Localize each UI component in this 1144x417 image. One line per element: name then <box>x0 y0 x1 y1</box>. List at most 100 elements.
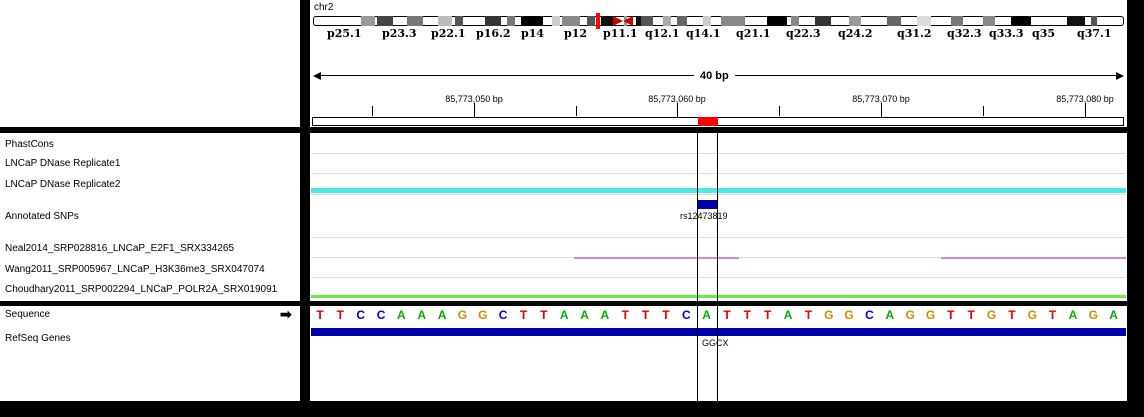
scrollbar-area[interactable] <box>1130 0 1144 417</box>
cytoband-label: p12 <box>564 27 587 40</box>
cytoband-label: q33.3 <box>989 27 1024 40</box>
cytoband <box>438 16 452 26</box>
cytoband-label: q24.2 <box>838 27 873 40</box>
sequence-base: T <box>641 308 650 322</box>
sequence-base: G <box>1027 308 1037 322</box>
sequence-base: A <box>600 308 610 322</box>
cytoband <box>641 16 653 26</box>
sequence-base: T <box>764 308 772 322</box>
sequence-base: A <box>702 308 711 322</box>
sequence-base: T <box>947 308 955 322</box>
cytoband-label: q32.3 <box>947 27 982 40</box>
sequence-base: T <box>804 308 813 322</box>
sequence-base: G <box>844 308 854 322</box>
cytoband <box>721 16 745 26</box>
sequence-base: C <box>356 308 366 322</box>
ruler-arrow-left <box>313 72 321 80</box>
sequence-base: G <box>824 308 834 322</box>
cytoband-label: p14 <box>521 27 544 40</box>
cytoband-label: q35 <box>1032 27 1055 40</box>
ruler-tick <box>677 103 678 117</box>
track-name-dnase-rep1[interactable]: LNCaP DNase Replicate1 <box>5 158 120 169</box>
ruler-span-label: 40 bp <box>694 70 735 82</box>
track-name-refseq-genes[interactable]: RefSeq Genes <box>5 333 71 344</box>
cytoband <box>887 16 901 26</box>
h3k36me3-signal[interactable] <box>574 257 739 259</box>
cytoband <box>1067 16 1085 26</box>
region-of-interest-bar[interactable] <box>312 117 1124 126</box>
polr2a-signal[interactable] <box>311 295 1126 298</box>
cytoband <box>1091 16 1097 26</box>
cytoband <box>767 16 787 26</box>
sequence-base: A <box>1109 308 1118 322</box>
ruler-tick <box>983 106 984 116</box>
cytoband <box>552 16 560 26</box>
cytoband <box>849 16 861 26</box>
track-name-polr2a[interactable]: Choudhary2011_SRP002294_LNCaP_POLR2A_SRX… <box>5 284 277 295</box>
sequence-base: T <box>519 308 528 322</box>
cytoband-label: p16.2 <box>476 27 511 40</box>
track-separator <box>311 237 1126 238</box>
track-name-h3k36me3[interactable]: Wang2011_SRP005967_LNCaP_H3K36me3_SRX047… <box>5 264 265 275</box>
cytoband <box>983 16 995 26</box>
track-separator <box>311 173 1126 174</box>
ruler-arrow-right <box>1116 72 1124 80</box>
sequence-base: C <box>376 308 386 322</box>
cytoband <box>791 16 799 26</box>
track-name-dnase-rep2[interactable]: LNCaP DNase Replicate2 <box>5 179 120 190</box>
track-separator <box>311 277 1126 278</box>
cytoband-label: q14.1 <box>686 27 721 40</box>
centromere <box>613 16 623 26</box>
refseq-gene-feature[interactable] <box>311 328 1126 336</box>
cytoband <box>562 16 580 26</box>
ruler-tick <box>474 103 475 117</box>
sequence-base: A <box>783 308 793 322</box>
cytoband <box>587 16 595 26</box>
sequence-base: T <box>1048 308 1057 322</box>
track-separator <box>311 153 1126 154</box>
sequence-base: A <box>1068 308 1078 322</box>
h3k36me3-signal[interactable] <box>941 257 1126 259</box>
dnase-rep2-signal[interactable] <box>311 188 1126 193</box>
track-name-e2f1[interactable]: Neal2014_SRP028816_LNCaP_E2F1_SRX334265 <box>5 243 234 254</box>
sequence-base: T <box>621 308 629 322</box>
ruler-tick <box>881 103 882 117</box>
cytoband <box>507 16 515 26</box>
cytoband <box>703 16 711 26</box>
cytoband-label: p25.1 <box>327 27 362 40</box>
sequence-base: T <box>540 308 548 322</box>
cytoband-label: p11.1 <box>603 27 638 40</box>
sequence-base: A <box>580 308 589 322</box>
sequence-base: A <box>885 308 895 322</box>
track-name-sequence[interactable]: Sequence <box>5 309 50 320</box>
sequence-base: T <box>967 308 975 322</box>
ruler-tick <box>372 106 373 116</box>
header-name-panel <box>0 0 300 127</box>
sequence-base: G <box>478 308 488 322</box>
sequence-base: T <box>1008 308 1016 322</box>
track-name-annotated-snps[interactable]: Annotated SNPs <box>5 211 79 222</box>
cytoband <box>917 16 931 26</box>
current-view-marker <box>596 13 600 29</box>
sequence-base: G <box>457 308 468 322</box>
cytoband <box>677 16 687 26</box>
sequence-base: A <box>397 308 406 322</box>
sequence-base: C <box>498 308 508 322</box>
snp-feature[interactable] <box>698 200 717 209</box>
cytoband <box>951 16 963 26</box>
gene-label: GGCX <box>702 338 729 348</box>
cytoband <box>485 16 501 26</box>
sequence-base: T <box>723 308 731 322</box>
sequence-base: A <box>437 308 447 322</box>
sequence-base: A <box>417 308 427 322</box>
sequence-base: T <box>336 308 345 322</box>
region-of-interest-marker[interactable] <box>698 117 718 126</box>
cytoband-label: p23.3 <box>382 27 417 40</box>
cytoband-label: q12.1 <box>645 27 680 40</box>
right-arrow-icon[interactable]: ➡ <box>280 307 292 321</box>
sequence-base: T <box>743 308 752 322</box>
track-name-phastcons[interactable]: PhastCons <box>5 139 54 150</box>
cytoband-label: q31.2 <box>897 27 932 40</box>
roi-boundary-left <box>697 133 698 401</box>
sequence-base: T <box>316 308 324 322</box>
